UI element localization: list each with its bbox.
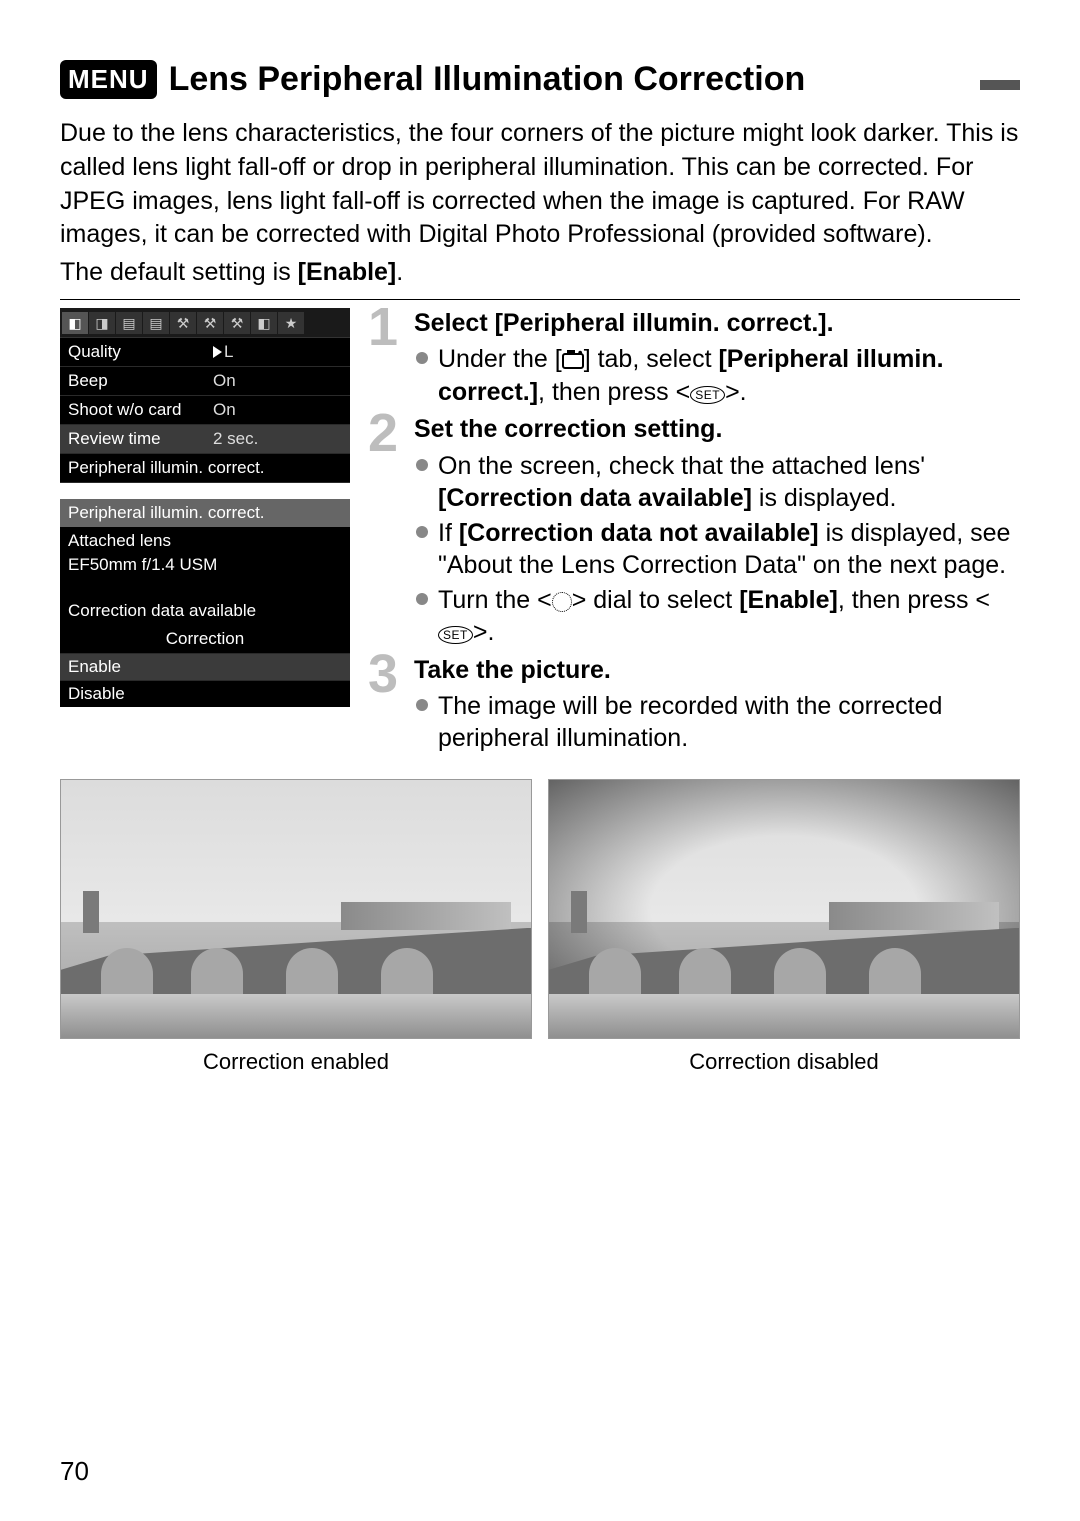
quality-icon: [213, 346, 222, 358]
tab-icon: ▤: [143, 312, 169, 334]
bullet-text: Under the [: [438, 345, 562, 373]
comparison-photos: Correction enabled Correction disabled: [60, 779, 1020, 1075]
menu-row-quality: Quality L: [60, 338, 350, 367]
tab-icon: ⚒: [197, 312, 223, 334]
menu-label: Peripheral illumin. correct.: [68, 458, 342, 478]
bullet-text: > dial to select: [572, 586, 739, 614]
bullet-text: is displayed.: [752, 484, 897, 512]
bullet-text: , then press <: [538, 378, 690, 406]
photo-enabled-col: Correction enabled: [60, 779, 532, 1075]
menu-tab-strip: ◧ ◨ ▤ ▤ ⚒ ⚒ ⚒ ◧ ★: [60, 308, 350, 338]
step-3: 3 Take the picture. The image will be re…: [374, 655, 1020, 755]
step-bullet: The image will be recorded with the corr…: [414, 690, 1020, 755]
menu-value: 2 sec.: [213, 429, 258, 449]
bullet-text: The image will be recorded with the corr…: [438, 692, 942, 753]
dial-icon: [552, 592, 572, 612]
photo-enabled: [60, 779, 532, 1039]
tab-icon: ◨: [89, 312, 115, 334]
step-title: Take the picture.: [414, 655, 1020, 686]
menu-value: L: [213, 342, 233, 362]
photo-disabled-col: Correction disabled: [548, 779, 1020, 1075]
bullet-text: On the screen, check that the attached l…: [438, 452, 925, 480]
default-value: [Enable]: [298, 258, 397, 286]
camera-screens: ◧ ◨ ▤ ▤ ⚒ ⚒ ⚒ ◧ ★ Quality L Beep On Shoo…: [60, 308, 350, 761]
step-2: 2 Set the correction setting. On the scr…: [374, 414, 1020, 648]
menu-row-shoot-wo-card: Shoot w/o card On: [60, 396, 350, 425]
divider: [60, 299, 1020, 300]
step-bullet: On the screen, check that the attached l…: [414, 450, 1020, 515]
menu-row-beep: Beep On: [60, 367, 350, 396]
menu-value: On: [213, 371, 236, 391]
star-tab-icon: ★: [278, 312, 304, 334]
menu-label: Review time: [68, 429, 213, 449]
step-bullet: Turn the < > dial to select [Enable], the…: [414, 584, 1020, 649]
tab-icon: ◧: [251, 312, 277, 334]
menu-screen-1: ◧ ◨ ▤ ▤ ⚒ ⚒ ⚒ ◧ ★ Quality L Beep On Shoo…: [60, 308, 350, 483]
step-1: 1 Select [Peripheral illumin. correct.].…: [374, 308, 1020, 408]
photo-disabled: [548, 779, 1020, 1039]
bullet-text: If: [438, 519, 459, 547]
menu-value: On: [213, 400, 236, 420]
caption-disabled: Correction disabled: [548, 1049, 1020, 1075]
bullet-bold: [Enable]: [739, 586, 838, 614]
page-number: 70: [60, 1456, 89, 1487]
steps-column: 1 Select [Peripheral illumin. correct.].…: [374, 308, 1020, 761]
menu-row-review-time: Review time 2 sec.: [60, 425, 350, 454]
correction-label: Correction: [60, 625, 350, 653]
tab-icon: ⚒: [224, 312, 250, 334]
default-prefix: The default setting is: [60, 258, 298, 286]
bullet-text: Turn the <: [438, 586, 552, 614]
title-row: MENU Lens Peripheral Illumination Correc…: [60, 60, 1020, 99]
option-enable: Enable: [60, 653, 350, 680]
page-title: Lens Peripheral Illumination Correction: [169, 60, 964, 99]
step-number: 1: [368, 300, 398, 354]
camera-tab-icon: ◧: [62, 312, 88, 334]
tab-icon: ⚒: [170, 312, 196, 334]
step-title: Set the correction setting.: [414, 414, 1020, 445]
bullet-text: , then press <: [838, 586, 990, 614]
set-button-icon: SET: [438, 626, 473, 644]
step-title: Select [Peripheral illumin. correct.].: [414, 308, 1020, 339]
caption-enabled: Correction enabled: [60, 1049, 532, 1075]
bullet-text: >.: [725, 378, 747, 406]
camera-tab-icon: [562, 353, 584, 369]
step-bullet: If [Correction data not available] is di…: [414, 517, 1020, 582]
title-decor: [980, 80, 1020, 90]
correction-data-status: Correction data available: [60, 597, 350, 625]
step-number: 3: [368, 647, 398, 701]
step-number: 2: [368, 406, 398, 460]
menu-label: Beep: [68, 371, 213, 391]
bullet-text: >.: [473, 618, 495, 646]
menu-row-peripheral: Peripheral illumin. correct.: [60, 454, 350, 483]
set-button-icon: SET: [690, 386, 725, 404]
menu-screen-2: Peripheral illumin. correct. Attached le…: [60, 499, 350, 707]
default-setting-line: The default setting is [Enable].: [60, 258, 1020, 287]
lens-name: EF50mm f/1.4 USM: [60, 555, 350, 579]
menu-label: Shoot w/o card: [68, 400, 213, 420]
attached-lens-label: Attached lens: [60, 527, 350, 555]
bullet-bold: [Correction data not available]: [459, 519, 819, 547]
bullet-text: ] tab, select: [584, 345, 719, 373]
option-disable: Disable: [60, 680, 350, 707]
menu-label: Quality: [68, 342, 213, 362]
tab-icon: ▤: [116, 312, 142, 334]
step-bullet: Under the [] tab, select [Peripheral ill…: [414, 343, 1020, 408]
screen2-header: Peripheral illumin. correct.: [60, 499, 350, 527]
intro-paragraph: Due to the lens characteristics, the fou…: [60, 117, 1020, 252]
bullet-bold: [Correction data available]: [438, 484, 752, 512]
menu-badge: MENU: [60, 60, 157, 99]
default-suffix: .: [396, 258, 403, 286]
